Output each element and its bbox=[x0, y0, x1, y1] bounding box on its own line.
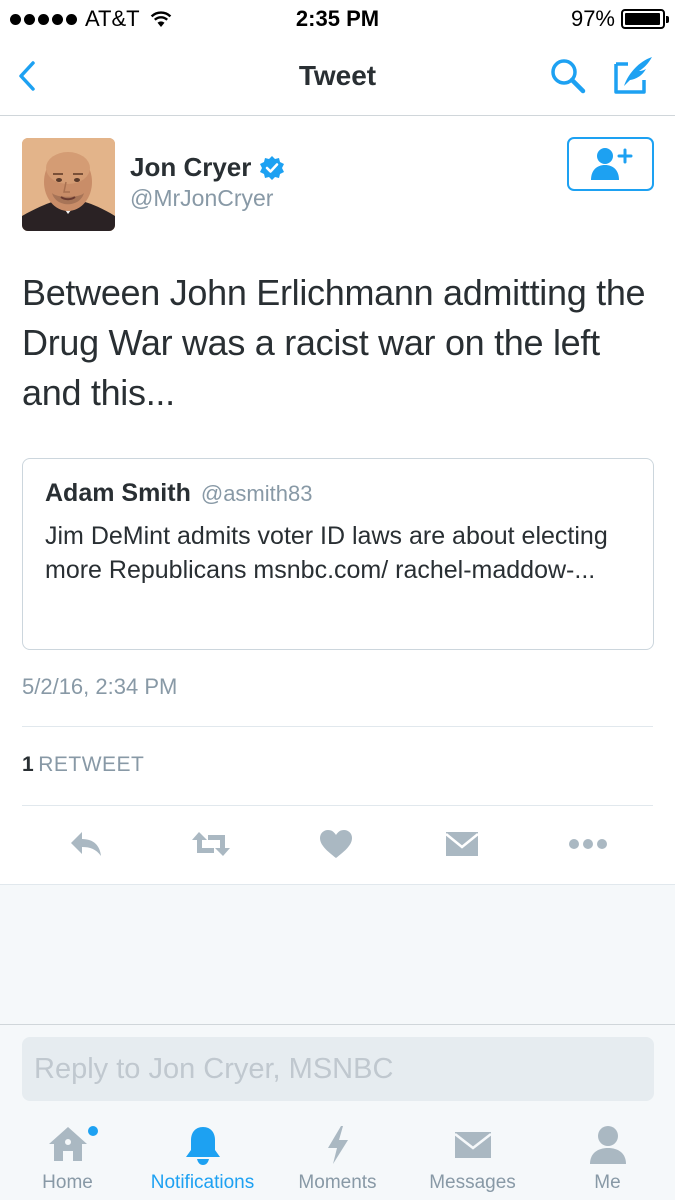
empty-area bbox=[0, 884, 675, 1024]
envelope-icon bbox=[453, 1132, 492, 1158]
follow-button[interactable] bbox=[567, 137, 654, 191]
tweet-text: Between John Erlichmann admitting the Dr… bbox=[22, 272, 646, 413]
tab-me-label: Me bbox=[594, 1172, 621, 1193]
divider bbox=[22, 805, 653, 806]
like-button[interactable] bbox=[314, 822, 358, 866]
status-bar: AT&T 2:35 PM 97% bbox=[0, 0, 675, 40]
quoted-author-handle: @asmith83 bbox=[200, 481, 313, 506]
more-options-button[interactable] bbox=[566, 822, 610, 866]
tab-notifications-label: Notifications bbox=[150, 1172, 255, 1193]
battery-fill bbox=[625, 13, 660, 25]
quoted-tweet-header: Adam Smith @asmith83 bbox=[45, 479, 312, 508]
navigation-bar: Tweet bbox=[0, 40, 675, 116]
like-heart-icon bbox=[320, 830, 352, 858]
bell-icon bbox=[185, 1127, 220, 1165]
quoted-tweet-card[interactable]: Adam Smith @asmith83 Jim DeMint admits v… bbox=[22, 458, 654, 650]
tweet-actions bbox=[0, 822, 675, 866]
tab-me[interactable]: Me bbox=[540, 1112, 675, 1200]
add-user-icon bbox=[590, 148, 632, 180]
direct-message-button[interactable] bbox=[440, 822, 484, 866]
divider bbox=[22, 726, 653, 727]
battery-icon bbox=[621, 9, 669, 29]
retweet-icon bbox=[192, 832, 230, 856]
quoted-tweet-text: Jim DeMint admits voter ID laws are abou… bbox=[45, 522, 608, 584]
quoted-author-name: Adam Smith bbox=[45, 479, 191, 507]
tab-moments[interactable]: Moments bbox=[270, 1112, 405, 1200]
tab-home-label: Home bbox=[42, 1172, 93, 1193]
battery-percent: 97% bbox=[570, 6, 615, 31]
tweet-timestamp: 5/2/16, 2:34 PM bbox=[22, 674, 178, 699]
tab-moments-label: Moments bbox=[298, 1172, 377, 1193]
more-icon bbox=[569, 839, 607, 849]
tab-messages[interactable]: Messages bbox=[405, 1112, 540, 1200]
person-icon bbox=[589, 1126, 626, 1164]
retweet-stats[interactable]: 1 RETWEET bbox=[22, 753, 144, 777]
compose-tweet-icon[interactable] bbox=[612, 54, 656, 96]
tab-notifications[interactable]: Notifications bbox=[135, 1112, 270, 1200]
avatar-photo bbox=[22, 138, 115, 231]
retweet-button[interactable] bbox=[189, 822, 233, 866]
search-icon[interactable] bbox=[548, 56, 588, 96]
retweet-count: 1 bbox=[22, 753, 35, 776]
tab-messages-label: Messages bbox=[429, 1172, 516, 1193]
reply-icon bbox=[71, 832, 101, 856]
reply-input[interactable] bbox=[22, 1037, 654, 1101]
tab-bar: Home Notifications Moments Messages Me bbox=[0, 1112, 675, 1200]
reply-bar bbox=[0, 1024, 675, 1112]
verified-badge-icon bbox=[260, 155, 285, 180]
author-name[interactable]: Jon Cryer bbox=[130, 152, 251, 183]
avatar[interactable] bbox=[22, 138, 115, 231]
reply-button[interactable] bbox=[64, 822, 108, 866]
author-name-row[interactable]: Jon Cryer bbox=[130, 152, 285, 183]
direct-message-icon bbox=[445, 832, 479, 856]
status-right: 97% bbox=[570, 6, 669, 32]
home-icon bbox=[48, 1127, 87, 1161]
tab-home[interactable]: Home bbox=[0, 1112, 135, 1200]
notification-dot bbox=[88, 1126, 98, 1136]
author-handle[interactable]: @MrJonCryer bbox=[130, 185, 273, 212]
retweet-label: RETWEET bbox=[38, 753, 145, 776]
lightning-icon bbox=[327, 1126, 348, 1164]
